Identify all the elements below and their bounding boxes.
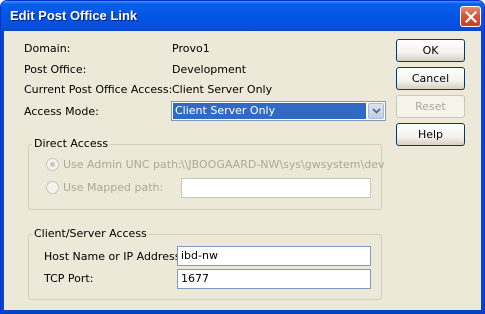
access-mode-select[interactable]: Client Server Only xyxy=(171,101,386,121)
window-border-left xyxy=(1,31,4,313)
mapped-path-radio[interactable] xyxy=(46,181,59,194)
direct-access-title: Direct Access xyxy=(32,137,111,150)
help-button[interactable]: Help xyxy=(396,123,465,146)
client-server-access-group xyxy=(28,234,382,300)
access-mode-selected-value: Client Server Only xyxy=(173,103,366,119)
domain-value: Provo1 xyxy=(172,42,210,55)
mapped-path-label: Use Mapped path: xyxy=(63,181,164,194)
close-button[interactable] xyxy=(460,6,481,27)
domain-label: Domain: xyxy=(24,42,71,55)
post-office-value: Development xyxy=(172,63,247,76)
ok-button[interactable]: OK xyxy=(396,39,465,62)
host-input[interactable]: ibd-nw xyxy=(177,246,371,266)
window-title: Edit Post Office Link xyxy=(10,8,138,23)
window-border-bottom xyxy=(1,310,484,313)
tcp-port-input[interactable]: 1677 xyxy=(177,269,371,289)
mapped-path-input[interactable] xyxy=(181,178,371,198)
window-border-right xyxy=(481,31,484,313)
admin-unc-label: Use Admin UNC path: xyxy=(63,158,182,171)
edit-post-office-link-dialog: Edit Post Office Link Domain: Provo1 Pos… xyxy=(0,0,485,314)
current-access-label: Current Post Office Access: xyxy=(24,83,173,96)
host-label: Host Name or IP Address: xyxy=(44,250,185,263)
current-access-value: Client Server Only xyxy=(172,83,273,96)
admin-unc-path: \\JBOOGAARD-NW\sys\gwsystem\dev xyxy=(181,158,385,171)
direct-access-group xyxy=(28,144,382,210)
post-office-label: Post Office: xyxy=(24,63,87,76)
close-icon xyxy=(465,11,477,23)
cancel-button[interactable]: Cancel xyxy=(396,67,465,90)
client-server-access-title: Client/Server Access xyxy=(32,227,149,240)
access-mode-label: Access Mode: xyxy=(24,105,99,118)
chevron-down-icon xyxy=(372,108,381,114)
tcp-port-label: TCP Port: xyxy=(44,272,94,285)
reset-button[interactable]: Reset xyxy=(396,95,465,118)
admin-unc-radio[interactable] xyxy=(46,158,59,171)
title-bar[interactable]: Edit Post Office Link xyxy=(1,1,484,31)
dropdown-arrow-button[interactable] xyxy=(368,103,384,119)
